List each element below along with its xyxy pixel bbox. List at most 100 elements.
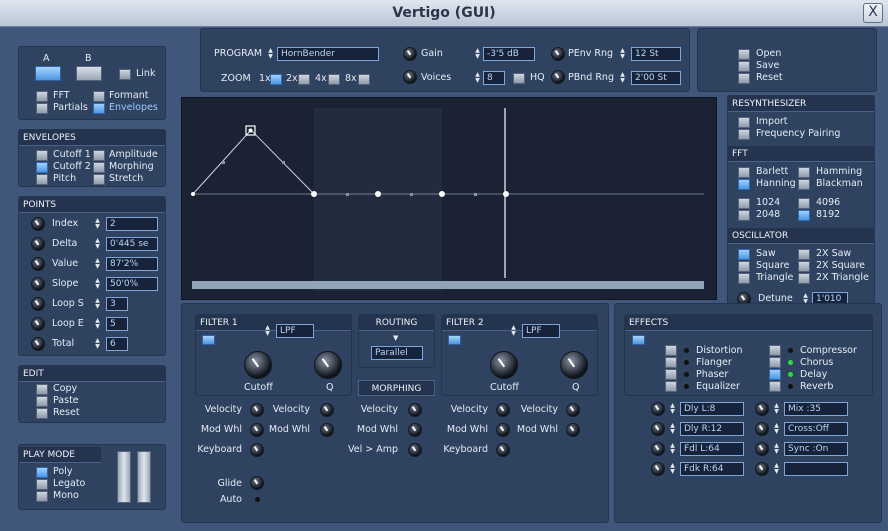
fx-left-1-checkbox[interactable]: [665, 357, 677, 368]
env-pitch-checkbox[interactable]: [36, 174, 48, 185]
fx-left-0-checkbox[interactable]: [665, 345, 677, 356]
fx-right-1-checkbox[interactable]: [769, 357, 781, 368]
f2q-modwhl-knob[interactable]: [566, 423, 580, 437]
fx-left-2-checkbox[interactable]: [665, 369, 677, 380]
formant-checkbox[interactable]: [93, 91, 105, 102]
square-checkbox[interactable]: [738, 261, 750, 272]
hq-checkbox[interactable]: [513, 73, 525, 84]
saw-checkbox[interactable]: [738, 249, 750, 260]
envelopes-checkbox[interactable]: [93, 103, 105, 114]
point-3-spinner[interactable]: ▲ ▼: [94, 278, 101, 290]
legato-checkbox[interactable]: [36, 479, 48, 490]
envelope-graph[interactable]: [182, 98, 718, 301]
env-amplitude-checkbox[interactable]: [93, 150, 105, 161]
point-0-field[interactable]: 2: [106, 217, 158, 231]
save-checkbox[interactable]: [738, 61, 750, 72]
poly-checkbox[interactable]: [36, 467, 48, 478]
size-2048-checkbox[interactable]: [738, 210, 750, 221]
filter2-type-field[interactable]: LPF: [522, 324, 560, 338]
fx-param-left-1-knob[interactable]: [651, 422, 665, 436]
fx-param-right-3-knob[interactable]: [755, 462, 769, 476]
fx-right-0-checkbox[interactable]: [769, 345, 781, 356]
size-8192-checkbox[interactable]: [798, 210, 810, 221]
point-1-spinner[interactable]: ▲ ▼: [94, 238, 101, 250]
fx-param-right-0-field[interactable]: Mix :35: [784, 402, 848, 416]
point-0-knob[interactable]: [31, 217, 45, 231]
hamming-checkbox[interactable]: [798, 167, 810, 178]
penv-field[interactable]: 12 St: [631, 47, 681, 61]
fx-left-3-checkbox[interactable]: [665, 381, 677, 392]
f2-velocity-knob[interactable]: [496, 403, 510, 417]
point-6-field[interactable]: 6: [106, 337, 128, 351]
point-4-field[interactable]: 3: [106, 297, 128, 311]
fx-right-2-checkbox[interactable]: [769, 369, 781, 380]
pitch-wheel-slider[interactable]: [117, 451, 131, 503]
copy-label[interactable]: Copy: [53, 383, 77, 394]
zoom-2x-checkbox[interactable]: [298, 74, 310, 85]
effects-enable-button[interactable]: [632, 335, 645, 345]
fx-param-right-0-knob[interactable]: [755, 402, 769, 416]
fx-param-left-1-spinner[interactable]: ▲ ▼: [669, 423, 676, 435]
square2x-checkbox[interactable]: [798, 261, 810, 272]
pbnd-field[interactable]: 2'00 St: [631, 71, 681, 85]
fx-param-left-3-knob[interactable]: [651, 462, 665, 476]
reset-checkbox[interactable]: [738, 73, 750, 84]
reset-label[interactable]: Reset: [756, 72, 783, 83]
preset-b-button[interactable]: [76, 66, 102, 81]
filter2-type-spinner[interactable]: ▲ ▼: [510, 325, 517, 337]
f1-velocity-knob[interactable]: [250, 403, 264, 417]
point-2-field[interactable]: 87'2%: [106, 257, 158, 271]
filter1-q-knob[interactable]: [314, 351, 342, 379]
point-3-field[interactable]: 50'0%: [106, 277, 158, 291]
f2q-velocity-knob[interactable]: [566, 403, 580, 417]
fx-param-right-3-field[interactable]: [784, 462, 848, 476]
copy-checkbox[interactable]: [36, 384, 48, 395]
preset-a-button[interactable]: [35, 66, 61, 81]
point-0-spinner[interactable]: ▲ ▼: [94, 218, 101, 230]
penv-knob[interactable]: [551, 47, 565, 61]
freq-pairing-checkbox[interactable]: [738, 129, 750, 140]
penv-spinner[interactable]: ▲ ▼: [619, 48, 626, 60]
voices-spinner[interactable]: ▲ ▼: [474, 72, 481, 84]
point-3-knob[interactable]: [31, 277, 45, 291]
zoom-8x-checkbox[interactable]: [358, 74, 370, 85]
open-label[interactable]: Open: [756, 48, 781, 59]
point-4-spinner[interactable]: ▲ ▼: [94, 298, 101, 310]
fx-param-left-2-knob[interactable]: [651, 442, 665, 456]
gain-field[interactable]: -3'5 dB: [483, 47, 535, 61]
morph-velocity-knob[interactable]: [408, 403, 422, 417]
f1-keyboard-knob[interactable]: [250, 443, 264, 457]
env-stretch-checkbox[interactable]: [93, 174, 105, 185]
fx-param-right-2-field[interactable]: Sync :On: [784, 442, 848, 456]
zoom-4x-checkbox[interactable]: [328, 74, 340, 85]
size-4096-checkbox[interactable]: [798, 198, 810, 209]
filter1-type-spinner[interactable]: ▲ ▼: [264, 325, 271, 337]
triangle-checkbox[interactable]: [738, 273, 750, 284]
zoom-1x-checkbox[interactable]: [270, 74, 282, 85]
save-label[interactable]: Save: [756, 60, 779, 71]
filter2-enable-button[interactable]: [448, 335, 461, 345]
point-1-knob[interactable]: [31, 237, 45, 251]
hanning-checkbox[interactable]: [738, 179, 750, 190]
f1-modwhl-knob[interactable]: [250, 423, 264, 437]
f2-keyboard-knob[interactable]: [496, 443, 510, 457]
fx-param-left-0-spinner[interactable]: ▲ ▼: [669, 403, 676, 415]
fx-param-left-2-spinner[interactable]: ▲ ▼: [669, 443, 676, 455]
point-5-field[interactable]: 5: [106, 317, 128, 331]
envelope-editor[interactable]: [181, 97, 717, 300]
fx-param-right-2-spinner[interactable]: ▲ ▼: [773, 443, 780, 455]
size-1024-checkbox[interactable]: [738, 198, 750, 209]
env-morphing-checkbox[interactable]: [93, 162, 105, 173]
fft-checkbox[interactable]: [36, 91, 48, 102]
routing-arrow-icon[interactable]: ▼: [393, 334, 398, 342]
import-checkbox[interactable]: [738, 117, 750, 128]
barlett-checkbox[interactable]: [738, 167, 750, 178]
f1q-modwhl-knob[interactable]: [320, 423, 334, 437]
point-5-knob[interactable]: [31, 317, 45, 331]
f1q-velocity-knob[interactable]: [320, 403, 334, 417]
triangle2x-checkbox[interactable]: [798, 273, 810, 284]
auto-led[interactable]: [255, 497, 260, 502]
reset-edit-checkbox[interactable]: [36, 408, 48, 419]
pbnd-knob[interactable]: [551, 70, 565, 84]
fx-right-3-checkbox[interactable]: [769, 381, 781, 392]
